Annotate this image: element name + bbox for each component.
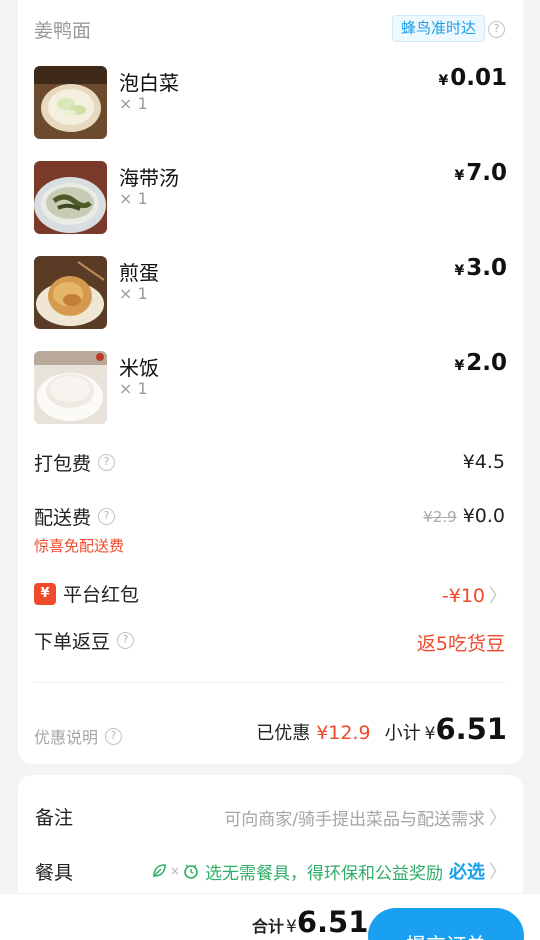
red-packet-icon: ¥ [34,582,56,605]
discount-info[interactable]: 优惠说明 ? [34,724,123,748]
item-quantity: × 1 [119,379,148,398]
total-label: 合计 [252,917,285,936]
item-price-value: 2.0 [466,350,507,376]
total-value: 6.51 [296,905,369,939]
beans-label: 下单返豆 ? [34,627,135,654]
order-summary: 已优惠 ¥12.9 小计 ¥ 6.51 [256,712,507,746]
submit-order-button[interactable]: 提交订单 [368,908,524,940]
help-icon[interactable]: ? [117,632,135,649]
delivery-fee-value: ¥2.9 ¥0.0 [423,505,505,527]
item-price-value: 7.0 [466,160,507,186]
packaging-fee-label: 打包费 ? [34,449,116,476]
item-price: ¥0.01 [439,65,508,91]
help-icon[interactable]: ? [98,508,116,525]
red-packet-label: 平台红包 [63,584,140,606]
red-packet-row[interactable]: ¥ 平台红包 [34,580,139,607]
total-currency: ¥ [286,917,297,937]
red-packet-amount: -¥10 [441,585,485,607]
tableware-prompt: 选无需餐具，得环保和公益奖励 [205,863,443,884]
item-price: ¥3.0 [455,255,508,281]
remark-input[interactable]: 可向商家/骑手提出菜品与配送需求〉 [224,804,507,830]
item-name: 海带汤 [119,166,179,190]
beans-text: 下单返豆 [34,631,111,653]
shop-name: 姜鸭面 [34,20,92,42]
help-icon[interactable]: ? [105,727,123,745]
subtotal-label: 小计 [384,723,421,744]
item-quantity: × 1 [119,189,148,208]
times-icon: × [169,864,180,878]
saved-value: ¥12.9 [316,722,371,744]
currency-symbol: ¥ [454,168,465,184]
item-quantity: × 1 [119,284,148,303]
chevron-right-icon: 〉 [489,808,507,829]
currency-symbol: ¥ [454,263,465,279]
item-price-value: 3.0 [466,255,507,281]
item-quantity: × 1 [119,94,148,113]
chevron-right-icon: 〉 [489,862,507,883]
delivery-fee-text: 配送费 [34,507,92,529]
rice-photo-icon [34,351,107,424]
pickled-cabbage-thumbnail [34,66,107,139]
delivery-fee-current: ¥0.0 [462,505,505,527]
subtotal-value: 6.51 [435,712,507,746]
delivery-fee-original: ¥2.9 [423,508,457,526]
red-packet-value[interactable]: -¥10 〉 [442,582,507,608]
divider [34,682,507,683]
checkout-total: 合计 ¥ 6.51 [252,905,368,939]
leaf-icon [153,864,166,877]
rice-thumbnail [34,351,107,424]
fried-egg-photo-icon [34,256,107,329]
help-icon[interactable]: ? [488,21,505,38]
discount-info-label: 优惠说明 [34,728,99,747]
item-price: ¥2.0 [455,350,508,376]
help-icon[interactable]: ? [98,454,116,471]
checkout-bar: 合计 ¥ 6.51 提交订单 [0,893,540,940]
item-name: 煎蛋 [119,261,159,285]
delivery-badge[interactable]: 蜂鸟准时达 [392,15,486,42]
pickled-cabbage-photo-icon [34,66,107,139]
item-price-value: 0.01 [450,65,507,91]
clock-charity-icon [184,864,198,879]
delivery-fee-label: 配送费 ? [34,503,116,530]
chevron-right-icon: 〉 [489,586,507,607]
subtotal-currency: ¥ [424,724,436,744]
saved-label: 已优惠 [256,723,311,744]
free-delivery-note: 惊喜免配送费 [34,537,125,555]
order-card: 姜鸭面 蜂鸟准时达 ? 泡白菜 × 1 ¥0.01 海带汤 × 1 ¥7.0 煎… [18,0,523,764]
seaweed-soup-thumbnail [34,161,107,234]
seaweed-soup-photo-icon [34,161,107,234]
packaging-fee-value: ¥4.5 [462,451,505,473]
currency-symbol: ¥ [454,358,465,374]
item-name: 泡白菜 [119,71,179,95]
tableware-required: 必选 [449,862,485,883]
packaging-fee-text: 打包费 [34,453,92,475]
tableware-selector[interactable]: × 选无需餐具，得环保和公益奖励 必选 〉 [150,858,507,884]
currency-symbol: ¥ [438,73,449,89]
item-price: ¥7.0 [455,160,508,186]
fried-egg-thumbnail [34,256,107,329]
beans-value: 返5吃货豆 [416,633,505,655]
tableware-label: 餐具 [35,862,74,884]
item-name: 米饭 [119,356,159,380]
remark-placeholder: 可向商家/骑手提出菜品与配送需求 [224,809,485,830]
remark-label: 备注 [35,807,74,829]
